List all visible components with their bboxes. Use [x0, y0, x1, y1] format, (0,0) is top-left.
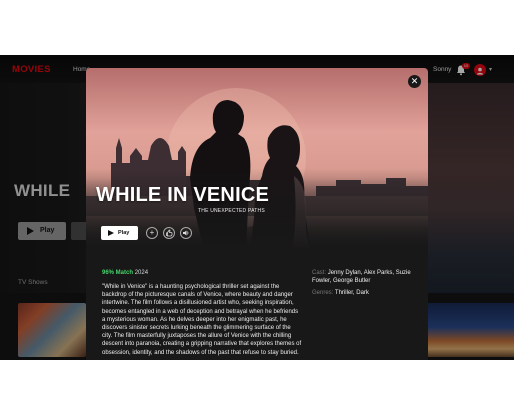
- release-year: 2024: [134, 270, 149, 276]
- play-icon: [108, 229, 114, 236]
- genres-value: Thriller, Dark: [334, 290, 369, 297]
- modal-play-button[interactable]: Play: [101, 226, 138, 240]
- match-score: 96% Match: [102, 270, 134, 276]
- close-button[interactable]: ✕: [408, 75, 421, 88]
- app-frame: MOVIES Home Sonny 10 ▾ WHILE Play TV Sho…: [0, 55, 514, 360]
- like-button[interactable]: [163, 227, 175, 239]
- audio-button[interactable]: [180, 227, 192, 239]
- close-icon: ✕: [410, 76, 419, 86]
- plus-icon: +: [149, 228, 155, 237]
- modal-meta: Cast: Jenny Dylan, Alex Parks, Suzie Fow…: [312, 269, 412, 298]
- speaker-icon: [183, 230, 189, 236]
- modal-details: 96% Match 2024 "While in Venice" is a ha…: [102, 269, 302, 357]
- cast-label: Cast:: [312, 270, 327, 276]
- genres-line: Genres: Thriller, Dark: [312, 289, 412, 297]
- add-to-list-button[interactable]: +: [146, 227, 158, 239]
- match-line: 96% Match 2024: [102, 269, 302, 277]
- venice-sunset-image: [86, 68, 428, 251]
- genres-label: Genres:: [312, 290, 334, 297]
- modal-play-label: Play: [118, 230, 130, 236]
- cast-value: Jenny Dylan, Alex Parks, Suzie Fowler, G…: [312, 270, 411, 285]
- cast-line: Cast: Jenny Dylan, Alex Parks, Suzie Fow…: [312, 269, 412, 285]
- synopsis: "While in Venice" is a haunting psycholo…: [102, 284, 302, 356]
- modal-subtitle: THE UNEXPECTED PATHS: [198, 208, 265, 214]
- modal-hero-image: [86, 68, 428, 251]
- thumbs-up-icon: [166, 229, 173, 237]
- title-detail-modal: ✕ WHILE IN VENICE THE UNEXPECTED PATHS P…: [86, 68, 428, 360]
- modal-title: WHILE IN VENICE: [96, 184, 270, 206]
